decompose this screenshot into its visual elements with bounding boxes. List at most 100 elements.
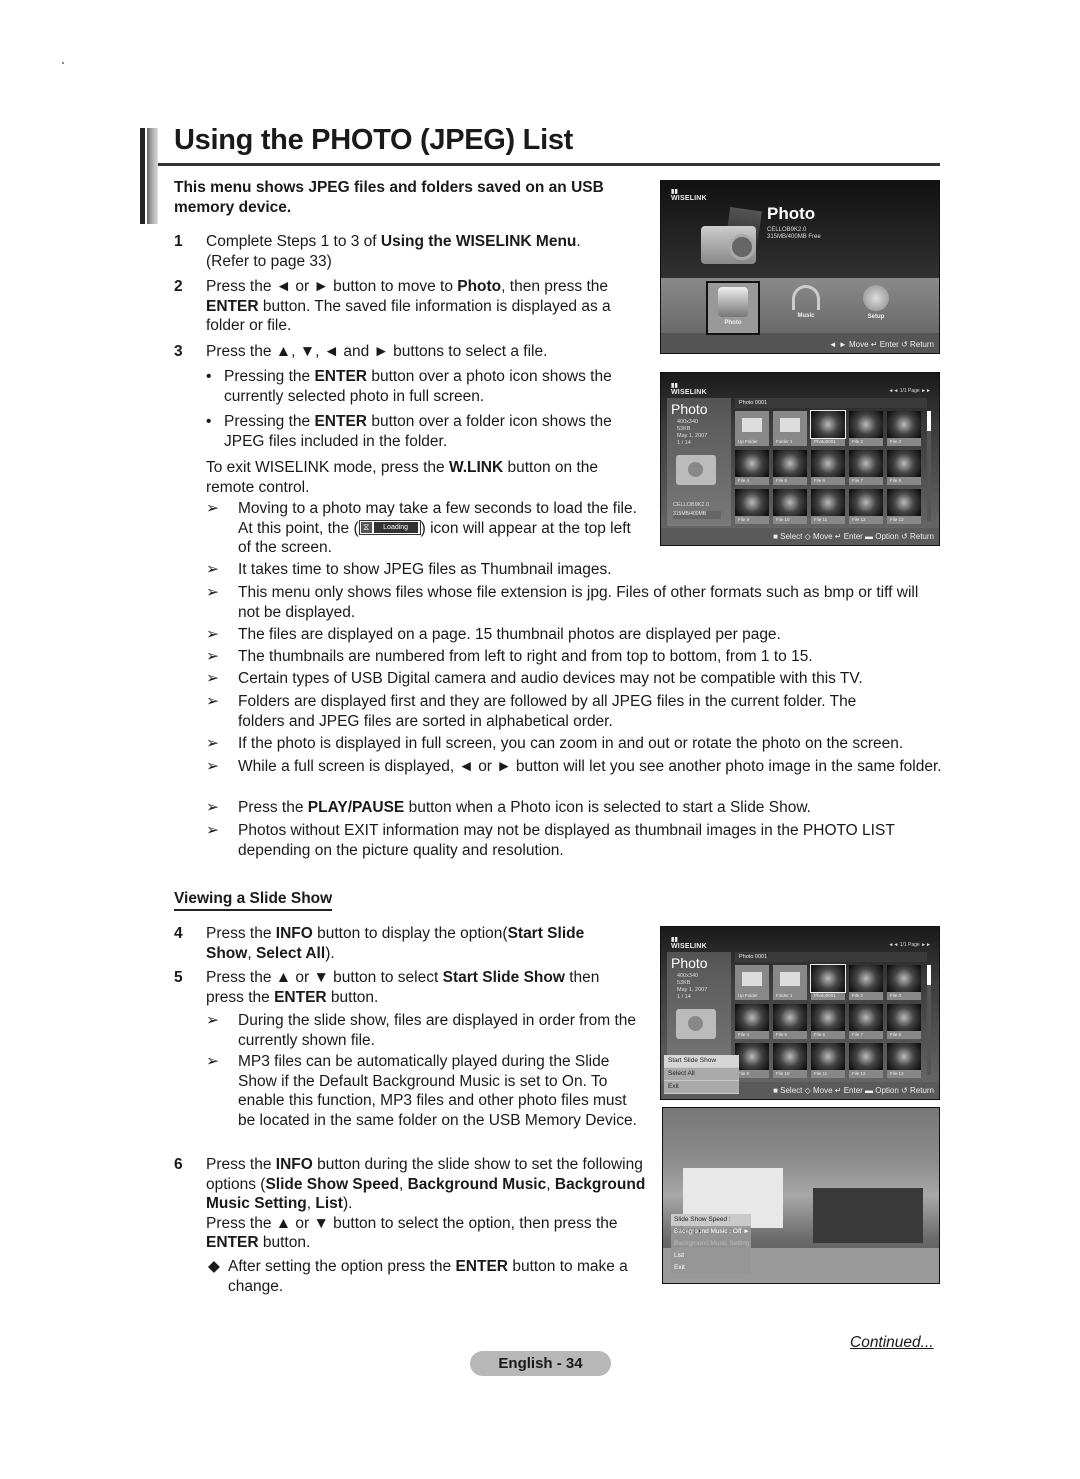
photo-thumbnail[interactable]: File 9 [735,1043,769,1079]
photo-thumbnail[interactable]: File 11 [811,489,845,525]
photo-icon [718,287,748,317]
step-bold: ENTER [274,988,327,1006]
screen-title: Photo [671,401,708,417]
info-popup: Start Slide Show Select All Exit [664,1055,739,1094]
step-text: . [576,233,581,250]
screen-footer: ◄ ► Move ↵ Enter ↺ Return [661,336,939,353]
photo-thumbnail[interactable]: File 3 [887,965,921,1001]
thumbnail-image [849,489,883,516]
option-list[interactable]: List [671,1250,751,1262]
step-number: 6 [174,1156,183,1173]
page-speck [62,62,64,64]
note-text: button when a Photo icon is selected to … [404,799,811,816]
folder-thumbnail[interactable]: Up Folder [735,965,769,1001]
thumbnail-image [773,450,807,477]
photo-thumbnail[interactable]: File 8 [887,450,921,486]
photo-thumbnail[interactable]: File 4 [735,1004,769,1040]
page-indicator: ◄◄ 1/1 Page ►► [888,942,931,948]
thumbnail-image [887,450,921,477]
photo-thumbnail[interactable]: File 6 [811,450,845,486]
photo-thumbnail[interactable]: File 13 [887,489,921,525]
photo-thumbnail[interactable]: File 2 [849,411,883,447]
photo-thumbnail[interactable]: File 9 [735,489,769,525]
option-background-music[interactable]: Background Music : Off ► [671,1226,751,1238]
photo-thumbnail[interactable]: File 3 [887,411,921,447]
photo-thumbnail[interactable]: File 5 [773,450,807,486]
wiselink-logo: ▮▮ WISELINK [671,383,707,396]
popup-item-start-slide-show[interactable]: Start Slide Show [664,1055,739,1068]
photo-thumbnail[interactable]: File 11 [811,1043,845,1079]
photo-thumbnail[interactable]: File 7 [849,1004,883,1040]
step-text: , [398,1175,408,1193]
bullet-body: Pressing the ENTER button over a folder … [224,412,644,451]
photo-thumbnail[interactable]: File 10 [773,1043,807,1079]
folder-thumbnail[interactable]: Folder 1 [773,411,807,447]
step-bold: Using the WISELINK Menu [380,233,577,250]
thumbnail-image [735,1043,769,1070]
arrow-icon: ➢ [206,1053,219,1070]
scrollbar[interactable] [927,965,931,1075]
thumbnail-label: File 3 [887,438,921,446]
menu-item-setup[interactable]: Setup [851,281,901,331]
thumbnail-label: Folder 1 [773,992,807,1000]
photo-thumbnail[interactable]: File 10 [773,489,807,525]
step-text: Press the [206,925,276,942]
step-text: button. [326,988,379,1006]
step-text: ). [325,944,335,962]
note-body: This menu only shows files whose file ex… [238,584,919,621]
option-exit[interactable]: Exit [671,1262,751,1274]
photo-thumbnail[interactable]: File 13 [887,1043,921,1079]
step-bold: ENTER [206,1234,259,1251]
menu-item-photo[interactable]: Photo [706,281,760,335]
note-text: Press the [238,799,308,816]
photo-thumbnail[interactable]: Photo0001 [810,410,846,447]
photo-thumbnail[interactable]: File 8 [887,1004,921,1040]
thumbnail-image [887,1004,921,1031]
note-body: Press the PLAY/PAUSE button when a Photo… [238,798,943,818]
step-bold: INFO [275,1156,313,1173]
folder-thumbnail[interactable]: Up Folder [735,411,769,447]
step-text: (Refer to page 33) [206,252,332,270]
screen-footer: ■ Select ◇ Move ↵ Enter ▬ Option ↺ Retur… [661,528,939,545]
thumbnail-image [773,1043,807,1070]
step-text: Press the ▲ or ▼ button to select the op… [206,1214,618,1232]
thumbnail-label: File 7 [849,1031,883,1039]
photo-thumbnail[interactable]: File 6 [811,1004,845,1040]
thumbnail-image [810,410,846,439]
option-background-music-setting[interactable]: Background Music Setting [671,1238,751,1250]
slideshow-options-menu: Slide Show Speed : Normal ► Background M… [671,1214,751,1274]
thumbnail-image [849,965,883,992]
folder-icon [773,965,807,992]
thumbnail-image [773,1004,807,1031]
photo-thumbnail[interactable]: Photo0001 [810,964,846,1001]
photo-thumbnail[interactable]: File 12 [849,489,883,525]
note-body: Moving to a photo may take a few seconds… [238,499,648,558]
folder-thumbnail[interactable]: Folder 1 [773,965,807,1001]
photo-thumbnail[interactable]: File 7 [849,450,883,486]
logo-text: WISELINK [671,195,707,202]
thumbnail-grid: Up Folder Folder 1 Photo0001 File 2 File 3 Fi… [735,964,923,1079]
step-body: Press the INFO button to display the opt… [206,924,626,963]
popup-item-select-all[interactable]: Select All [664,1068,739,1081]
option-slide-show-speed[interactable]: Slide Show Speed : Normal ► [671,1214,751,1235]
menu-item-music[interactable]: Music [781,281,831,331]
page-number: English - 34 [470,1351,611,1376]
note-text: To exit WISELINK mode, press the [206,459,449,476]
thumbnail-label: File 10 [773,1070,807,1078]
popup-item-exit[interactable]: Exit [664,1081,739,1094]
step-bold: Slide Show Speed [265,1175,399,1193]
note-body: MP3 files can be automatically played du… [238,1053,637,1129]
photo-thumbnail[interactable]: File 4 [735,450,769,486]
folder-icon [773,411,807,438]
thumbnail-image [887,965,921,992]
photo-thumbnail[interactable]: File 2 [849,965,883,1001]
thumbnail-image [811,1043,845,1070]
photo-list-screen: ▮▮ WISELINK ◄◄ 1/1 Page ►► Photo 400x340 … [660,372,940,546]
photo-thumbnail[interactable]: File 12 [849,1043,883,1079]
hourglass-icon: ⧖ [360,521,372,533]
photo-house-right [813,1188,923,1243]
note-bold: PLAY/PAUSE [307,799,405,816]
scrollbar[interactable] [927,411,931,521]
page-indicator: ◄◄ 1/1 Page ►► [888,388,931,394]
photo-thumbnail[interactable]: File 5 [773,1004,807,1040]
